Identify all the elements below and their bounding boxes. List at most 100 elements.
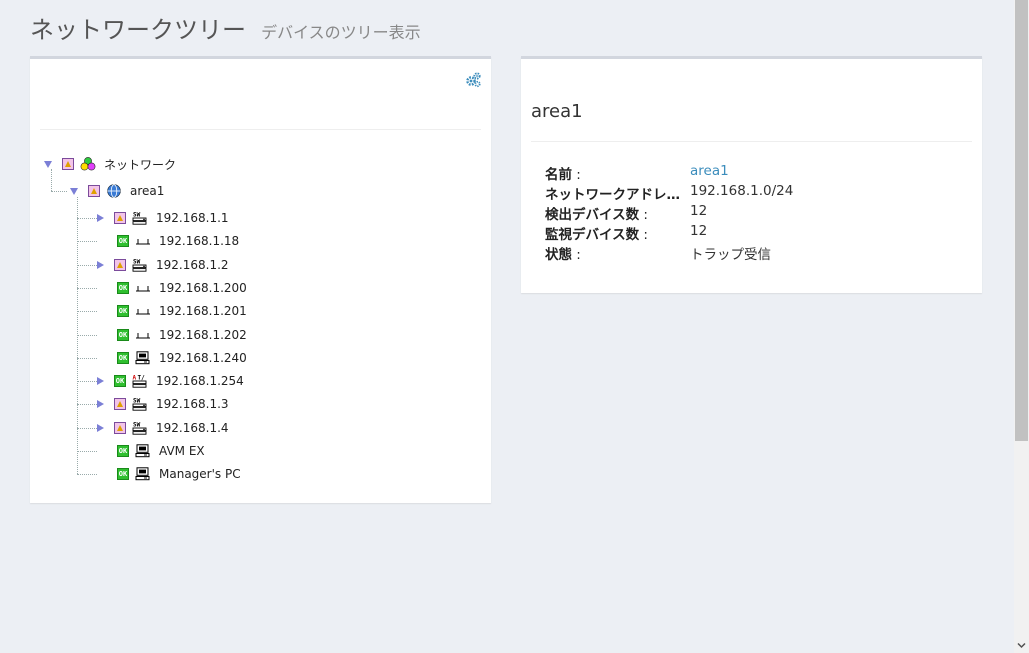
toggle-spacer <box>97 469 107 479</box>
tree-connector-line <box>77 288 97 289</box>
expand-arrow-icon[interactable] <box>97 377 104 385</box>
collapse-arrow-icon[interactable] <box>70 187 78 195</box>
detail-key-text: 検出デバイス数 <box>545 207 640 223</box>
tree-node-device[interactable]: OK 192.168.1.240 <box>97 349 247 367</box>
tree-connector-line <box>77 404 97 405</box>
detail-panel: area1 名前 :area1ネットワークアドレス :192.168.1.0/2… <box>521 56 982 293</box>
status-ok-icon: OK <box>117 235 129 247</box>
page-title: ネットワークツリー <box>30 16 246 44</box>
tree-node-label[interactable]: 192.168.1.1 <box>156 211 229 225</box>
detail-value: 12 <box>690 203 708 219</box>
toggle-spacer <box>97 330 107 340</box>
detail-colon: : <box>639 227 648 243</box>
tree-connector-line <box>77 218 97 219</box>
tree-node-label[interactable]: Manager's PC <box>159 467 241 481</box>
tree-node-device[interactable]: OK 192.168.1.201 <box>97 302 247 320</box>
tree-node-network-root[interactable]: ネットワーク <box>44 155 176 173</box>
page-header: ネットワークツリー デバイスのツリー表示 <box>30 10 421 45</box>
tree-node-label[interactable]: 192.168.1.3 <box>156 397 229 411</box>
detail-colon: : <box>680 187 685 203</box>
router-icon: A T/ <box>132 374 148 388</box>
detail-colon: : <box>572 167 581 183</box>
tree-node-label[interactable]: AVM EX <box>159 444 205 458</box>
page-scrollbar[interactable] <box>1014 0 1029 653</box>
page-subtitle: デバイスのツリー表示 <box>261 23 421 42</box>
tree-node-device[interactable]: OK 192.168.1.202 <box>97 326 247 344</box>
status-warning-icon <box>114 212 126 224</box>
detail-key: 検出デバイス数 : <box>545 203 685 223</box>
detail-value: 12 <box>690 223 708 239</box>
tree-node-device[interactable]: OK 192.168.1.200 <box>97 279 247 297</box>
tree-node-label[interactable]: 192.168.1.18 <box>159 234 239 248</box>
status-warning-icon <box>88 185 100 197</box>
toggle-spacer <box>97 306 107 316</box>
tree-connector-line <box>77 428 97 429</box>
tree-node-device[interactable]: OK A T/192.168.1.254 <box>97 372 244 390</box>
status-warning-icon <box>62 158 74 170</box>
detail-key-text: ネットワークアドレス <box>545 187 680 203</box>
detail-key-text: 監視デバイス数 <box>545 227 640 243</box>
detail-divider <box>531 141 972 142</box>
tree-node-device[interactable]: SW 192.168.1.2 <box>97 256 229 274</box>
network-tree: ネットワーク area1 SW 192.168.1.1 OK 192.168.1.18 SW… <box>30 59 491 503</box>
tree-node-label[interactable]: 192.168.1.200 <box>159 281 247 295</box>
tree-connector-line <box>77 241 97 242</box>
detail-key: 名前 : <box>545 163 685 183</box>
expand-arrow-icon[interactable] <box>97 424 104 432</box>
collapse-arrow-icon[interactable] <box>44 160 52 168</box>
tree-connector-line <box>77 311 97 312</box>
detail-value-link[interactable]: area1 <box>690 163 729 179</box>
status-ok-icon: OK <box>117 305 129 317</box>
detail-key-text: 状態 <box>545 247 572 263</box>
switch-icon: SW <box>132 397 148 411</box>
expand-arrow-icon[interactable] <box>97 214 104 222</box>
status-warning-icon <box>114 422 126 434</box>
tree-node-label[interactable]: 192.168.1.2 <box>156 258 229 272</box>
scrollbar-thumb[interactable] <box>1015 0 1028 441</box>
tree-node-label[interactable]: 192.168.1.254 <box>156 374 244 388</box>
detail-key-text: 名前 <box>545 167 572 183</box>
status-ok-icon: OK <box>117 329 129 341</box>
status-ok-icon: OK <box>117 445 129 457</box>
host-icon <box>135 328 151 342</box>
tree-node-device[interactable]: SW 192.168.1.4 <box>97 419 229 437</box>
detail-key: ネットワークアドレス : <box>545 183 685 203</box>
expand-arrow-icon[interactable] <box>97 400 104 408</box>
svg-text:SW: SW <box>133 398 141 405</box>
tree-node-label[interactable]: 192.168.1.240 <box>159 351 247 365</box>
status-ok-icon: OK <box>117 468 129 480</box>
tree-node-label[interactable]: 192.168.1.202 <box>159 328 247 342</box>
tree-node-label[interactable]: 192.168.1.4 <box>156 421 229 435</box>
tree-node-label[interactable]: ネットワーク <box>104 156 176 173</box>
tree-node-label[interactable]: area1 <box>130 184 164 198</box>
tree-node-device[interactable]: OK AVM EX <box>97 442 205 460</box>
pc-icon <box>135 444 151 458</box>
status-warning-icon <box>114 398 126 410</box>
host-icon <box>135 304 151 318</box>
scroll-down-icon[interactable] <box>1016 640 1027 651</box>
switch-icon: SW <box>132 421 148 435</box>
detail-colon: : <box>572 247 581 263</box>
status-ok-icon: OK <box>117 352 129 364</box>
status-ok-icon: OK <box>114 375 126 387</box>
tree-node-device[interactable]: SW 192.168.1.3 <box>97 395 229 413</box>
toggle-spacer <box>97 283 107 293</box>
tree-node-device[interactable]: OK Manager's PC <box>97 465 241 483</box>
tree-node-device[interactable]: SW 192.168.1.1 <box>97 209 229 227</box>
detail-value: トラップ受信 <box>690 247 771 263</box>
tree-connector-line <box>77 335 97 336</box>
detail-row: 監視デバイス数 : 12 <box>545 223 965 243</box>
tree-node-area[interactable]: area1 <box>70 182 164 200</box>
detail-row: 名前 : area1 <box>545 163 965 183</box>
svg-text:SW: SW <box>133 259 141 266</box>
network-group-icon <box>80 157 96 171</box>
tree-node-label[interactable]: 192.168.1.201 <box>159 304 247 318</box>
tree-node-device[interactable]: OK 192.168.1.18 <box>97 232 239 250</box>
svg-text:SW: SW <box>133 212 141 219</box>
svg-text:T/: T/ <box>138 375 146 382</box>
detail-value: 192.168.1.0/24 <box>690 183 794 199</box>
expand-arrow-icon[interactable] <box>97 261 104 269</box>
svg-text:SW: SW <box>133 422 141 429</box>
toggle-spacer <box>97 236 107 246</box>
tree-panel: ネットワーク area1 SW 192.168.1.1 OK 192.168.1.18 SW… <box>30 56 491 503</box>
